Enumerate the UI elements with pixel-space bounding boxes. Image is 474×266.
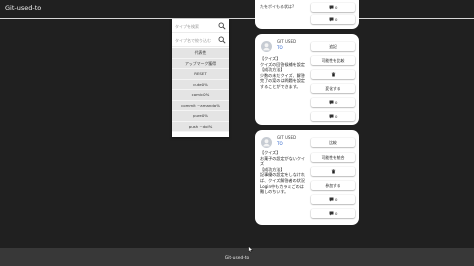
user-name: GIT USED [277, 135, 297, 140]
button-label: 可能性を統合 [321, 154, 345, 160]
button-label: 比較 [329, 139, 337, 145]
compare-button[interactable]: 可能性を比較 [311, 56, 355, 65]
trash-icon [331, 72, 335, 77]
avatar [261, 137, 272, 148]
filter-panel: 代表性 アップマーク獲得 RESET cute0% comic0% commit… [172, 19, 229, 137]
search-input[interactable] [175, 22, 217, 30]
comment-count: 0 [335, 211, 338, 216]
post-card: GIT USED TO 【クイズ】 クイズの回答候補を設定 【成功方法】 少数の… [255, 34, 359, 125]
app-bar: Git-used-to [0, 0, 474, 19]
tag-item[interactable]: commit ~amanda% [172, 100, 229, 111]
tag-item[interactable]: cute0% [172, 79, 229, 90]
delete-button[interactable] [311, 167, 355, 176]
tag-item[interactable]: RESET [172, 69, 229, 80]
user-handle[interactable]: TO [277, 141, 283, 146]
comment-button[interactable]: 0 [311, 195, 355, 204]
trash-icon [331, 169, 335, 174]
comment-button[interactable]: 0 [311, 98, 355, 107]
subfilter-row [172, 33, 229, 47]
search-icon[interactable] [218, 36, 226, 44]
tag-item[interactable]: comic0% [172, 90, 229, 101]
mouse-cursor-icon [248, 246, 253, 253]
comment-button[interactable]: 0 [311, 209, 355, 218]
comment-icon [329, 114, 334, 119]
tag-item[interactable]: アップマーク獲得 [172, 58, 229, 69]
comment-icon [329, 5, 334, 10]
subfilter-input[interactable] [175, 36, 217, 44]
comment-icon [329, 100, 334, 105]
append-button[interactable]: 追記 [311, 42, 355, 51]
post-card: たをポイもる状は? 0 0 [255, 0, 359, 29]
comment-count: 0 [335, 114, 338, 119]
comment-count: 0 [335, 17, 338, 22]
post-card: GIT USED TO 【クイズ】 お菓子の設定がないクイズ 【成功方法】 記事… [255, 130, 359, 225]
footer-text: Git-used-to [224, 256, 250, 261]
post-body: 【クイズ】 クイズの回答候補を設定 【成功方法】 少数の未だクイズ、解答完了の案… [260, 56, 306, 89]
comment-button[interactable]: 0 [311, 3, 355, 12]
app-title: Git-used-to [5, 4, 42, 12]
post-body: 【クイズ】 お菓子の設定がないクイズ 【成功方法】 記事優の設定をしなければ、ク… [260, 150, 306, 195]
post-body: たをポイもる状は? [260, 4, 295, 9]
tag-item[interactable]: push ~dol% [172, 121, 229, 132]
comment-button[interactable]: 0 [311, 112, 355, 121]
comment-count: 0 [335, 5, 338, 10]
user-handle[interactable]: TO [277, 45, 283, 50]
tag-item[interactable]: 代表性 [172, 48, 229, 59]
tag-list: 代表性 アップマーク獲得 RESET cute0% comic0% commit… [172, 48, 229, 132]
comment-count: 0 [335, 100, 338, 105]
compare-button[interactable]: 比較 [311, 138, 355, 147]
comment-icon [329, 17, 334, 22]
delete-button[interactable] [311, 70, 355, 79]
button-label: 可能性を比較 [321, 57, 345, 63]
tag-item[interactable]: pure0% [172, 111, 229, 122]
comment-icon [329, 197, 334, 202]
merge-button[interactable]: 可能性を統合 [311, 153, 355, 162]
change-button[interactable]: 変化する [311, 84, 355, 93]
button-label: 変化する [325, 85, 341, 91]
button-label: 参加する [325, 182, 341, 188]
user-name: GIT USED [277, 39, 297, 44]
search-row [172, 19, 229, 33]
search-icon[interactable] [218, 22, 226, 30]
app-window: Git-used-to 代表性 アップマーク獲得 RESET cute0% co… [0, 0, 474, 266]
join-button[interactable]: 参加する [311, 181, 355, 190]
comment-button[interactable]: 0 [311, 15, 355, 24]
button-label: 追記 [329, 43, 337, 49]
comment-count: 0 [335, 197, 338, 202]
footer-bar: Git-used-to [0, 248, 474, 266]
comment-icon [329, 211, 334, 216]
avatar [261, 41, 272, 52]
